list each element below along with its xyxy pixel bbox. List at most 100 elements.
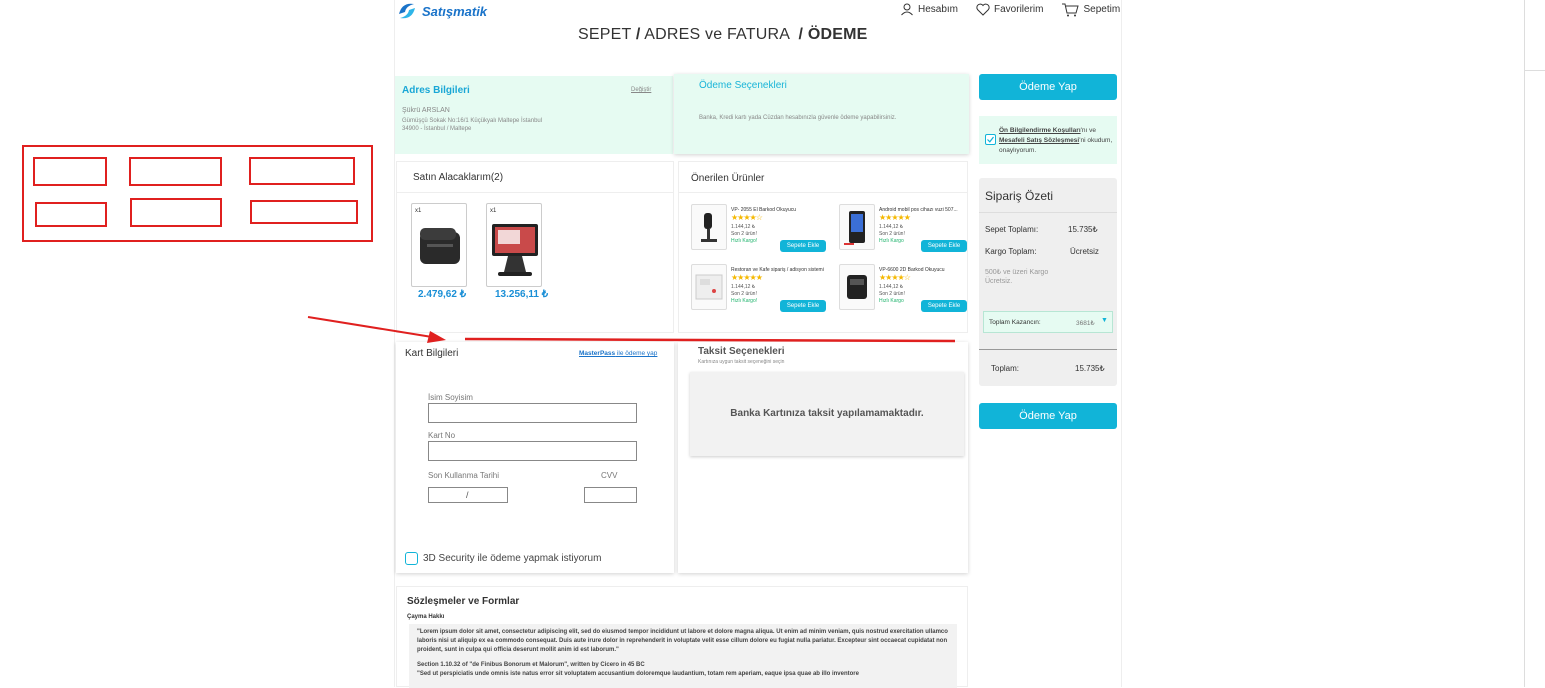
contracts-text-box[interactable]: "Lorem ipsum dolor sit amet, consectetur… [409, 624, 957, 688]
address-name: Şükrü ARSLAN [402, 107, 450, 114]
product-thumb[interactable]: x1 [486, 203, 542, 287]
product-thumb[interactable]: x1 [411, 203, 467, 287]
3d-secure-checkbox[interactable] [405, 552, 418, 565]
name-input[interactable] [428, 403, 637, 423]
agreement-text: Ön Bilgilendirme Koşulları'nı ve Mesafel… [999, 126, 1115, 156]
recommended-title: Önerilen Ürünler [691, 173, 765, 184]
step-address[interactable]: ADRES ve FATURA [644, 26, 789, 43]
summary-title: Sipariş Özeti [985, 189, 1054, 203]
heart-icon [976, 3, 990, 16]
step-separator: / [635, 26, 641, 43]
expiry-input[interactable]: / [428, 487, 508, 503]
rec-meta: 1.144,12 ₺ Son 2 ürün! Hızlı Kargo [879, 284, 905, 305]
cargo-value: Ücretsiz [1070, 247, 1099, 256]
step-separator: / [798, 26, 804, 43]
card-number-label: Kart No [428, 431, 456, 440]
brand-logo[interactable]: Satışmatik [396, 0, 487, 22]
installments-subtitle: Kartınıza uygun taksit seçeneğini seçin [698, 359, 785, 365]
rec-stock: Son 2 ürün! [731, 291, 757, 297]
savings-dropdown[interactable]: Toplam Kazancın: 3681₺ ▼ [983, 311, 1113, 333]
scrollbar-edge[interactable] [1524, 0, 1525, 687]
annotation-box [33, 157, 107, 186]
product-image[interactable] [839, 264, 875, 310]
rec-meta: 1.144,12 ₺ Son 2 ürün! Hızlı Kargo! [731, 284, 757, 305]
cargo-note: 500₺ ve üzeri Kargo Ücretsiz. [985, 269, 1049, 285]
rec-price: 1.144,12 ₺ [731, 224, 756, 230]
address-panel: Adres Bilgileri Değiştir Şükrü ARSLAN Gü… [395, 76, 673, 154]
rec-stock: Son 2 ürün! [731, 231, 757, 237]
brand-name: Satışmatik [422, 3, 488, 19]
contracts-title: Sözleşmeler ve Formlar [407, 596, 520, 607]
rec-stock: Son 2 ürün! [879, 291, 905, 297]
chevron-down-icon: ▼ [1101, 317, 1108, 324]
receipt-printer-icon [420, 228, 460, 264]
rec-meta: 1.144,12 ₺ Son 2 ürün! Hızlı Kargo! [731, 224, 757, 245]
address-change-link[interactable]: Değiştir [631, 86, 651, 94]
cart-total-label: Sepet Toplamı: [985, 225, 1039, 234]
contracts-subtitle: Çayma Hakkı [407, 614, 445, 620]
purchases-title: Satın Alacaklarım(2) [413, 172, 504, 183]
annotation-arrow [307, 316, 956, 343]
add-to-cart-button[interactable]: Sepete Ekle [780, 240, 826, 252]
card-number-input[interactable] [428, 441, 637, 461]
cart-icon [1062, 3, 1080, 16]
annotation-box [35, 202, 107, 227]
barcode-scanner-icon [701, 213, 717, 242]
rec-cargo: Hızlı Kargo [879, 238, 904, 244]
address-title: Adres Bilgileri [402, 85, 470, 96]
nav-favorites[interactable]: Favorilerim [976, 0, 1043, 18]
product-image[interactable] [691, 204, 727, 250]
agreement-checkbox[interactable] [985, 134, 996, 145]
card-info-panel: Kart Bilgileri MasterPass ile ödeme yap … [396, 342, 674, 573]
expiry-separator: / [466, 490, 469, 500]
step-payment: ÖDEME [807, 26, 868, 43]
contract-paragraph: "Sed ut perspiciatis unde omnis iste nat… [417, 671, 859, 677]
pos-terminal-icon [492, 224, 538, 276]
contracts-panel: Sözleşmeler ve Formlar Çayma Hakkı "Lore… [396, 586, 968, 688]
check-icon [987, 136, 994, 143]
nav-cart[interactable]: Sepetim [1061, 0, 1120, 18]
order-summary-panel: Sipariş Özeti Sepet Toplamı: 15.735₺ Kar… [979, 178, 1117, 386]
payment-options-title: Ödeme Seçenekleri [699, 80, 787, 91]
user-icon [901, 3, 913, 16]
rec-cargo: Hızlı Kargo [879, 298, 904, 304]
expiry-label: Son Kullanma Tarihi [428, 471, 500, 480]
annotation-box [129, 157, 222, 186]
nav-account[interactable]: Hesabım [900, 0, 958, 18]
product-image[interactable] [691, 264, 727, 310]
payment-options-desc: Banka, Kredi kartı yada Cüzdan hesabınız… [699, 115, 897, 121]
name-label: İsim Soyisim [428, 393, 473, 402]
rec-price: 1.144,12 ₺ [879, 224, 904, 230]
annotation-box [130, 198, 222, 227]
rec-price: 1.144,12 ₺ [731, 284, 756, 290]
contract-paragraph: "Lorem ipsum dolor sit amet, consectetur… [417, 629, 948, 653]
product-price: 2.479,62 ₺ [418, 289, 467, 300]
divider [679, 192, 967, 193]
brand-swirl-icon [399, 3, 415, 19]
rating-stars: ★★★★☆ [731, 213, 763, 222]
recommended-item: VP-6600 2D Barkod Okuyucu ★★★★☆ 1.144,12… [839, 264, 974, 316]
rec-cargo: Hızlı Kargo! [731, 238, 758, 244]
installments-message: Banka Kartınıza taksit yapılamamaktadır. [730, 408, 924, 419]
rating-stars: ★★★★★ [731, 273, 763, 282]
top-nav: Hesabım Favorilerim Sepetim [900, 0, 1120, 18]
step-cart[interactable]: SEPET [578, 26, 631, 43]
rec-cargo: Hızlı Kargo! [731, 298, 758, 304]
total-value: 15.735₺ [1075, 364, 1105, 373]
rating-stars: ★★★★☆ [879, 273, 911, 282]
nav-cart-label: Sepetim [1083, 3, 1121, 15]
pay-button-top[interactable]: Ödeme Yap [979, 74, 1117, 100]
annotation-box [249, 157, 355, 185]
distance-sales-contract-link[interactable]: Mesafeli Satış Sözleşmesi [999, 137, 1079, 144]
add-to-cart-button[interactable]: Sepete Ekle [780, 300, 826, 312]
pay-button-bottom[interactable]: Ödeme Yap [979, 403, 1117, 429]
product-qty: x1 [490, 208, 497, 214]
add-to-cart-button[interactable]: Sepete Ekle [921, 240, 967, 252]
checkout-steps: SEPET / ADRES ve FATURA / ÖDEME [578, 26, 868, 44]
pre-info-terms-link[interactable]: Ön Bilgilendirme Koşulları [999, 127, 1081, 134]
cvv-input[interactable] [584, 487, 637, 503]
total-label: Toplam: [991, 364, 1020, 373]
agreement-mid: 'nı ve [1080, 127, 1096, 134]
add-to-cart-button[interactable]: Sepete Ekle [921, 300, 967, 312]
product-image[interactable] [839, 204, 875, 250]
